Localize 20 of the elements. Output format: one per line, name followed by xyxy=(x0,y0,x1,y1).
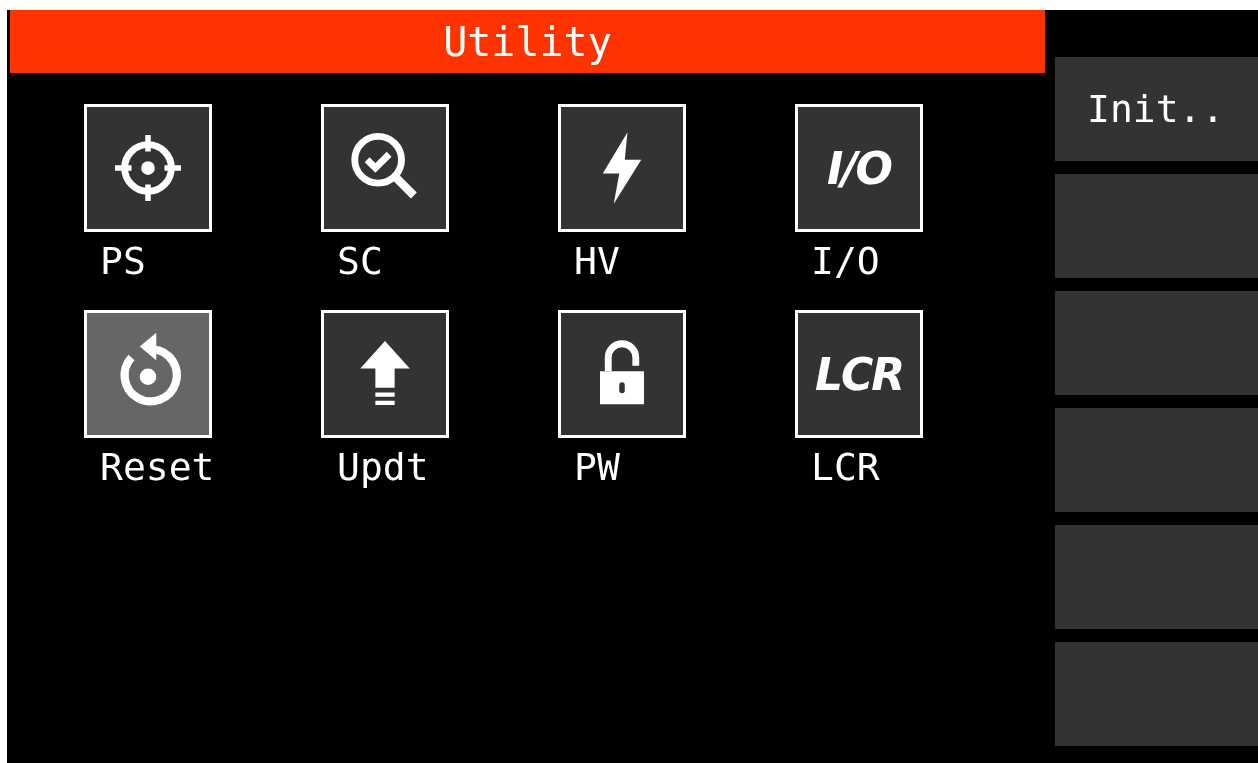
tile-label: PW xyxy=(574,444,620,490)
icon-label: I/O xyxy=(827,142,891,194)
utility-tile[interactable] xyxy=(558,310,686,438)
utility-tile[interactable]: LCR xyxy=(795,310,923,438)
tile-label: I/O xyxy=(811,238,880,284)
utility-tile[interactable] xyxy=(321,104,449,232)
screen-title: Utility xyxy=(443,18,612,65)
tile-label: LCR xyxy=(811,444,880,490)
tile-label: PS xyxy=(100,238,146,284)
softkey-button[interactable]: Init.. xyxy=(1055,57,1258,161)
tile-label: Reset xyxy=(100,444,215,490)
tile-label: SC xyxy=(337,238,383,284)
utility-tile[interactable] xyxy=(84,104,212,232)
utility-tile[interactable] xyxy=(558,104,686,232)
utility-tile[interactable] xyxy=(84,310,212,438)
tile-label: HV xyxy=(574,238,620,284)
utility-tile[interactable]: I/O xyxy=(795,104,923,232)
tile-label: Updt xyxy=(337,444,429,490)
icon-label: LCR xyxy=(814,348,904,400)
utility-tile[interactable] xyxy=(321,310,449,438)
